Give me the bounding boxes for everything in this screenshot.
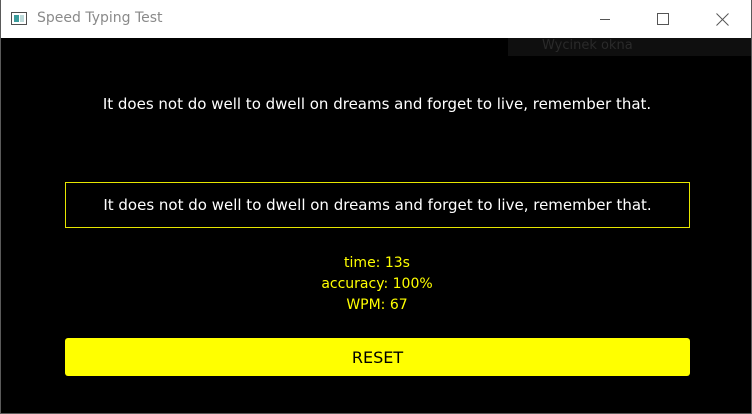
maximize-button[interactable]: [634, 0, 692, 38]
prompt-sentence: It does not do well to dwell on dreams a…: [102, 95, 652, 113]
reset-button[interactable]: RESET: [65, 338, 690, 376]
main-content: Wycinek okna It does not do well to dwel…: [1, 38, 751, 413]
window-title: Speed Typing Test: [37, 10, 163, 26]
wpm-stat: WPM: 67: [346, 297, 408, 313]
typing-input[interactable]: It does not do well to dwell on dreams a…: [65, 182, 690, 228]
snip-tooltip-label: Wycinek okna: [542, 38, 633, 53]
accuracy-stat: accuracy: 100%: [321, 276, 433, 292]
maximize-icon: [657, 13, 669, 25]
minimize-icon: [600, 19, 610, 20]
close-button[interactable]: [693, 0, 751, 38]
time-stat: time: 13s: [344, 255, 410, 271]
minimize-button[interactable]: [576, 0, 634, 38]
stats-panel: time: 13s accuracy: 100% WPM: 67: [1, 253, 752, 316]
title-bar[interactable]: Speed Typing Test: [1, 0, 751, 38]
app-window-icon: [11, 12, 27, 25]
close-icon: [715, 12, 729, 26]
snip-tooltip: Wycinek okna: [508, 38, 751, 56]
app-window: Speed Typing Test Wycinek okna It does n…: [0, 0, 752, 414]
